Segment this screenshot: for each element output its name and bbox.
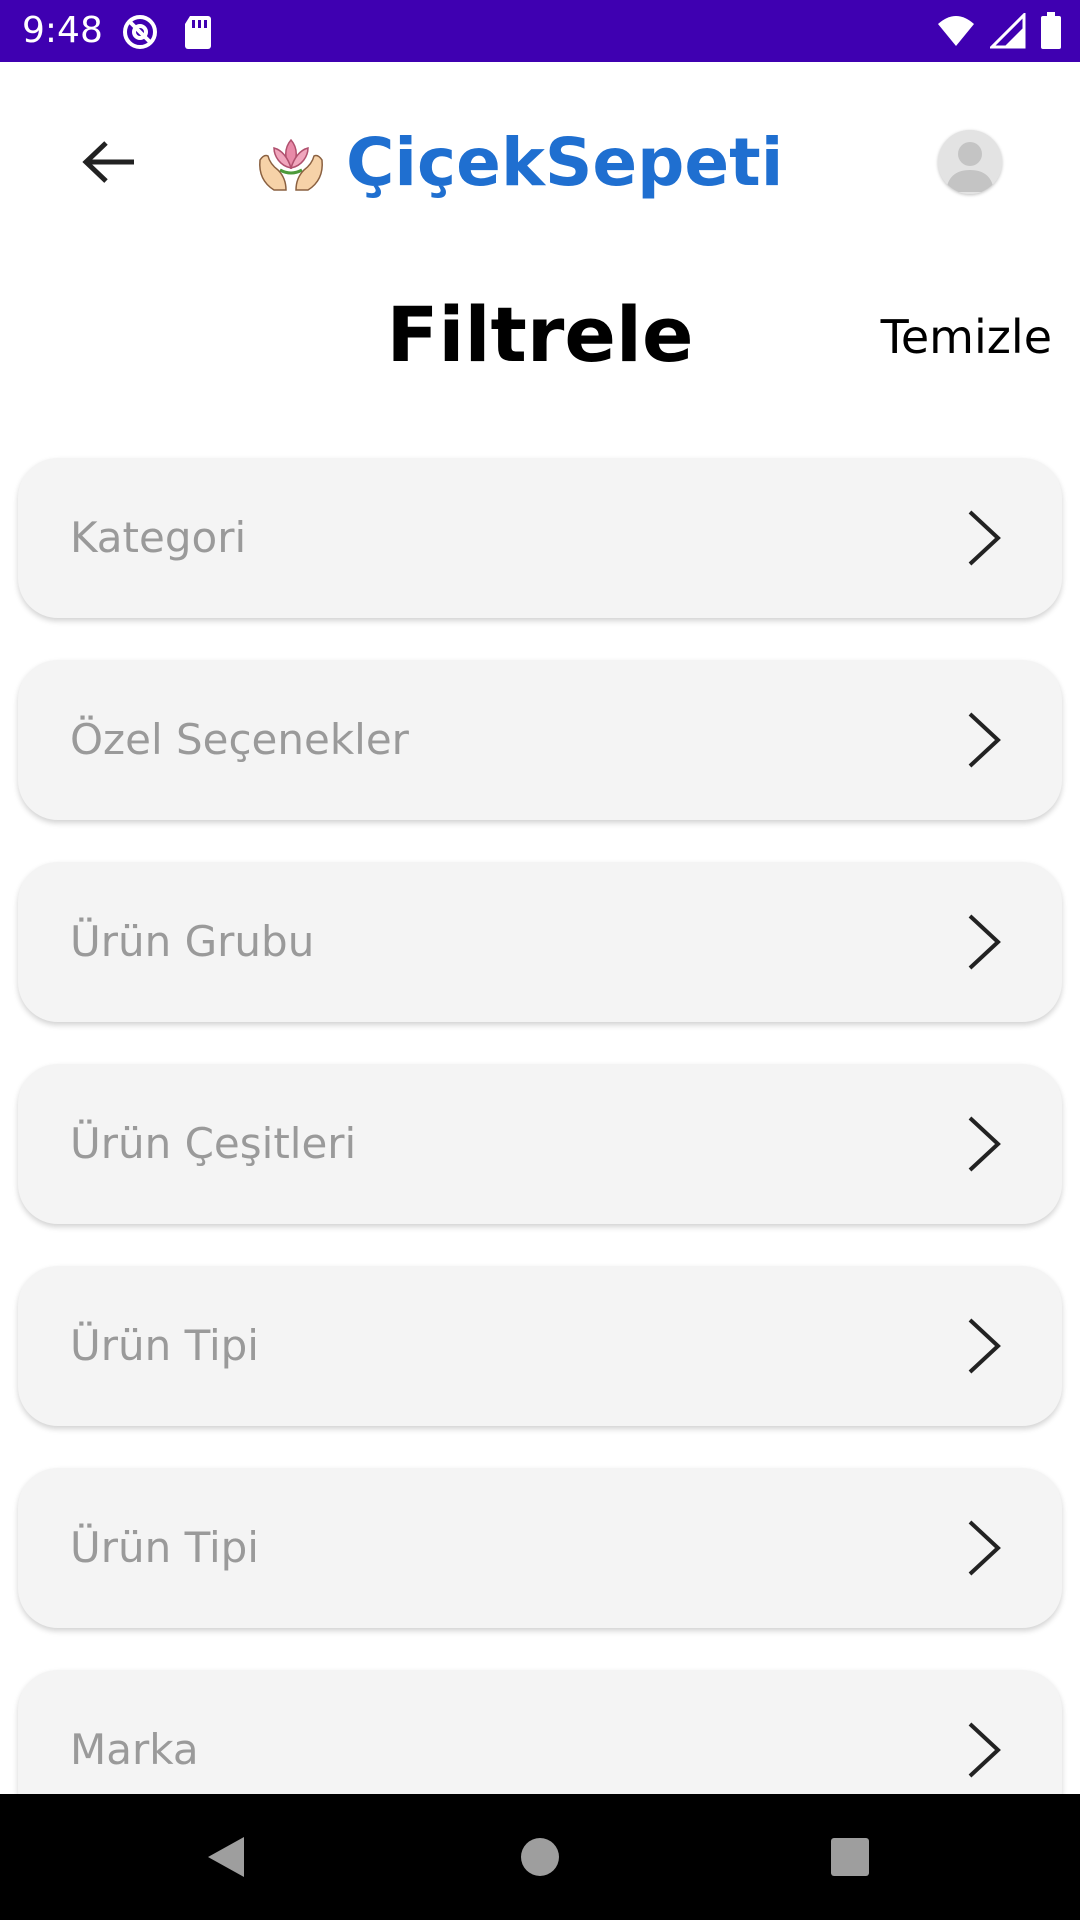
filter-list: Kategori Özel Seçenekler Ürün Grubu Ürün… bbox=[18, 458, 1062, 1872]
arrow-left-icon bbox=[82, 141, 134, 183]
filter-label: Kategori bbox=[70, 513, 247, 562]
chevron-right-icon bbox=[968, 1722, 1001, 1778]
status-bar: 9:48 bbox=[0, 0, 1080, 62]
brand-logo[interactable]: ÇiçekSepeti bbox=[256, 122, 783, 202]
filter-item-urun-grubu[interactable]: Ürün Grubu bbox=[18, 862, 1062, 1022]
nav-back-button[interactable] bbox=[166, 1794, 286, 1920]
home-circle-icon bbox=[521, 1838, 559, 1876]
lotus-hands-icon bbox=[259, 138, 323, 191]
filter-label: Özel Seçenekler bbox=[70, 715, 409, 764]
filter-item-ozel-secenekler[interactable]: Özel Seçenekler bbox=[18, 660, 1062, 820]
title-row: Filtrele Temizle bbox=[0, 280, 1080, 390]
filter-item-kategori[interactable]: Kategori bbox=[18, 458, 1062, 618]
signal-icon bbox=[990, 13, 1026, 49]
filter-item-urun-tipi-2[interactable]: Ürün Tipi bbox=[18, 1468, 1062, 1628]
chevron-right-icon bbox=[968, 1116, 1001, 1172]
chevron-right-icon bbox=[968, 1520, 1001, 1576]
avatar[interactable] bbox=[938, 130, 1002, 194]
sd-card-icon bbox=[185, 16, 211, 49]
chevron-right-icon bbox=[968, 1318, 1001, 1374]
nav-recents-button[interactable] bbox=[790, 1794, 910, 1920]
filter-label: Ürün Çeşitleri bbox=[70, 1119, 357, 1168]
back-triangle-icon bbox=[208, 1837, 244, 1877]
back-button[interactable] bbox=[74, 132, 144, 192]
app-header: ÇiçekSepeti bbox=[0, 62, 1080, 262]
battery-icon bbox=[1041, 12, 1061, 49]
chevron-right-icon bbox=[968, 510, 1001, 566]
filter-item-urun-tipi[interactable]: Ürün Tipi bbox=[18, 1266, 1062, 1426]
filter-label: Ürün Tipi bbox=[70, 1523, 259, 1572]
nav-home-button[interactable] bbox=[480, 1794, 600, 1920]
filter-label: Ürün Grubu bbox=[70, 917, 315, 966]
brand-name: ÇiçekSepeti bbox=[346, 123, 784, 201]
status-time: 9:48 bbox=[22, 10, 103, 51]
filter-item-urun-cesitleri[interactable]: Ürün Çeşitleri bbox=[18, 1064, 1062, 1224]
user-avatar-icon bbox=[938, 130, 1002, 194]
at-sign-icon bbox=[123, 15, 157, 49]
chevron-right-icon bbox=[968, 712, 1001, 768]
system-nav-bar bbox=[0, 1794, 1080, 1920]
wifi-icon bbox=[938, 16, 974, 46]
recents-square-icon bbox=[831, 1838, 869, 1876]
clear-filters-button[interactable]: Temizle bbox=[881, 310, 1052, 364]
filter-label: Ürün Tipi bbox=[70, 1321, 259, 1370]
chevron-right-icon bbox=[968, 914, 1001, 970]
